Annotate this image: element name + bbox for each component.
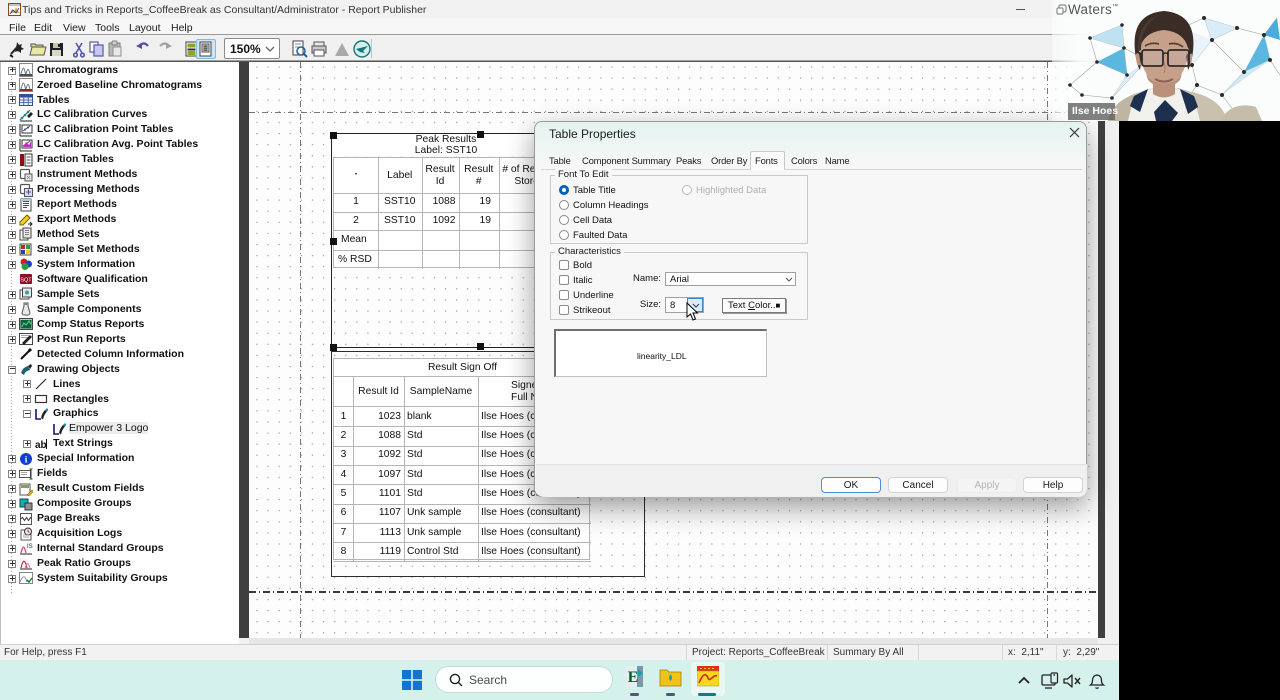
svg-text:IS: IS (27, 544, 33, 550)
svg-text:SQT: SQT (20, 278, 32, 284)
svg-text:ab: ab (35, 440, 47, 451)
svg-text:E: E (628, 669, 639, 686)
